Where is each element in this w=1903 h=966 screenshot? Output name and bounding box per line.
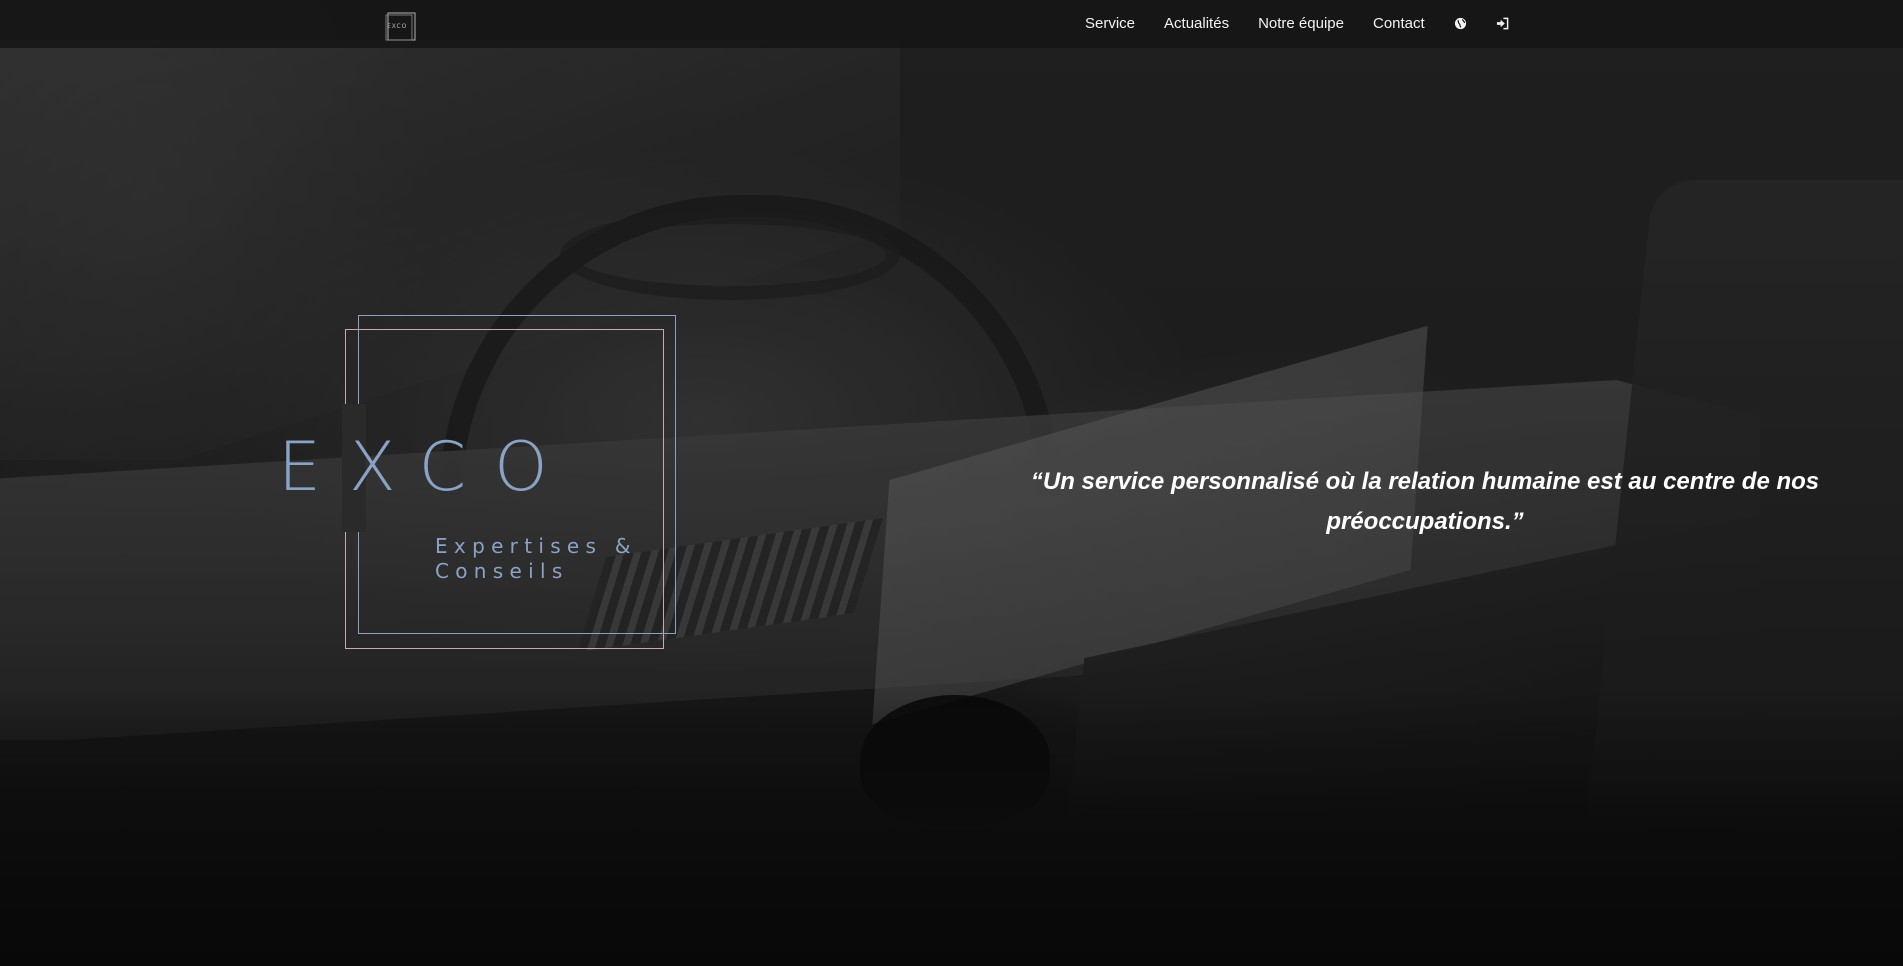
hero-quote: “Un service personnalisé où la relation …	[1030, 468, 1820, 535]
nav-link-contact[interactable]: Contact	[1373, 15, 1425, 32]
globe-icon[interactable]	[1454, 16, 1468, 30]
nav-link-notre-equipe[interactable]: Notre équipe	[1258, 15, 1344, 32]
site-logo-text: EXCO	[387, 23, 407, 30]
nav-link-service[interactable]: Service	[1085, 15, 1135, 32]
hero-logo: EXCO Expertises & Conseils	[270, 312, 690, 652]
top-navbar: EXCO Service Actualités Notre équipe Con…	[0, 0, 1903, 48]
hero-logo-subtitle-line1: Expertises &	[435, 534, 637, 558]
nav-link-actualites[interactable]: Actualités	[1164, 15, 1229, 32]
nav-menu: Service Actualités Notre équipe Contact	[1085, 0, 1538, 46]
sign-in-icon[interactable]	[1496, 16, 1510, 30]
hero-logo-title: EXCO	[278, 428, 576, 507]
hero-logo-subtitle: Expertises & Conseils	[435, 534, 675, 584]
hero-logo-subtitle-line2: Conseils	[435, 559, 569, 583]
site-logo-icon: EXCO	[385, 12, 416, 41]
site-logo-link[interactable]: EXCO	[385, 12, 416, 41]
